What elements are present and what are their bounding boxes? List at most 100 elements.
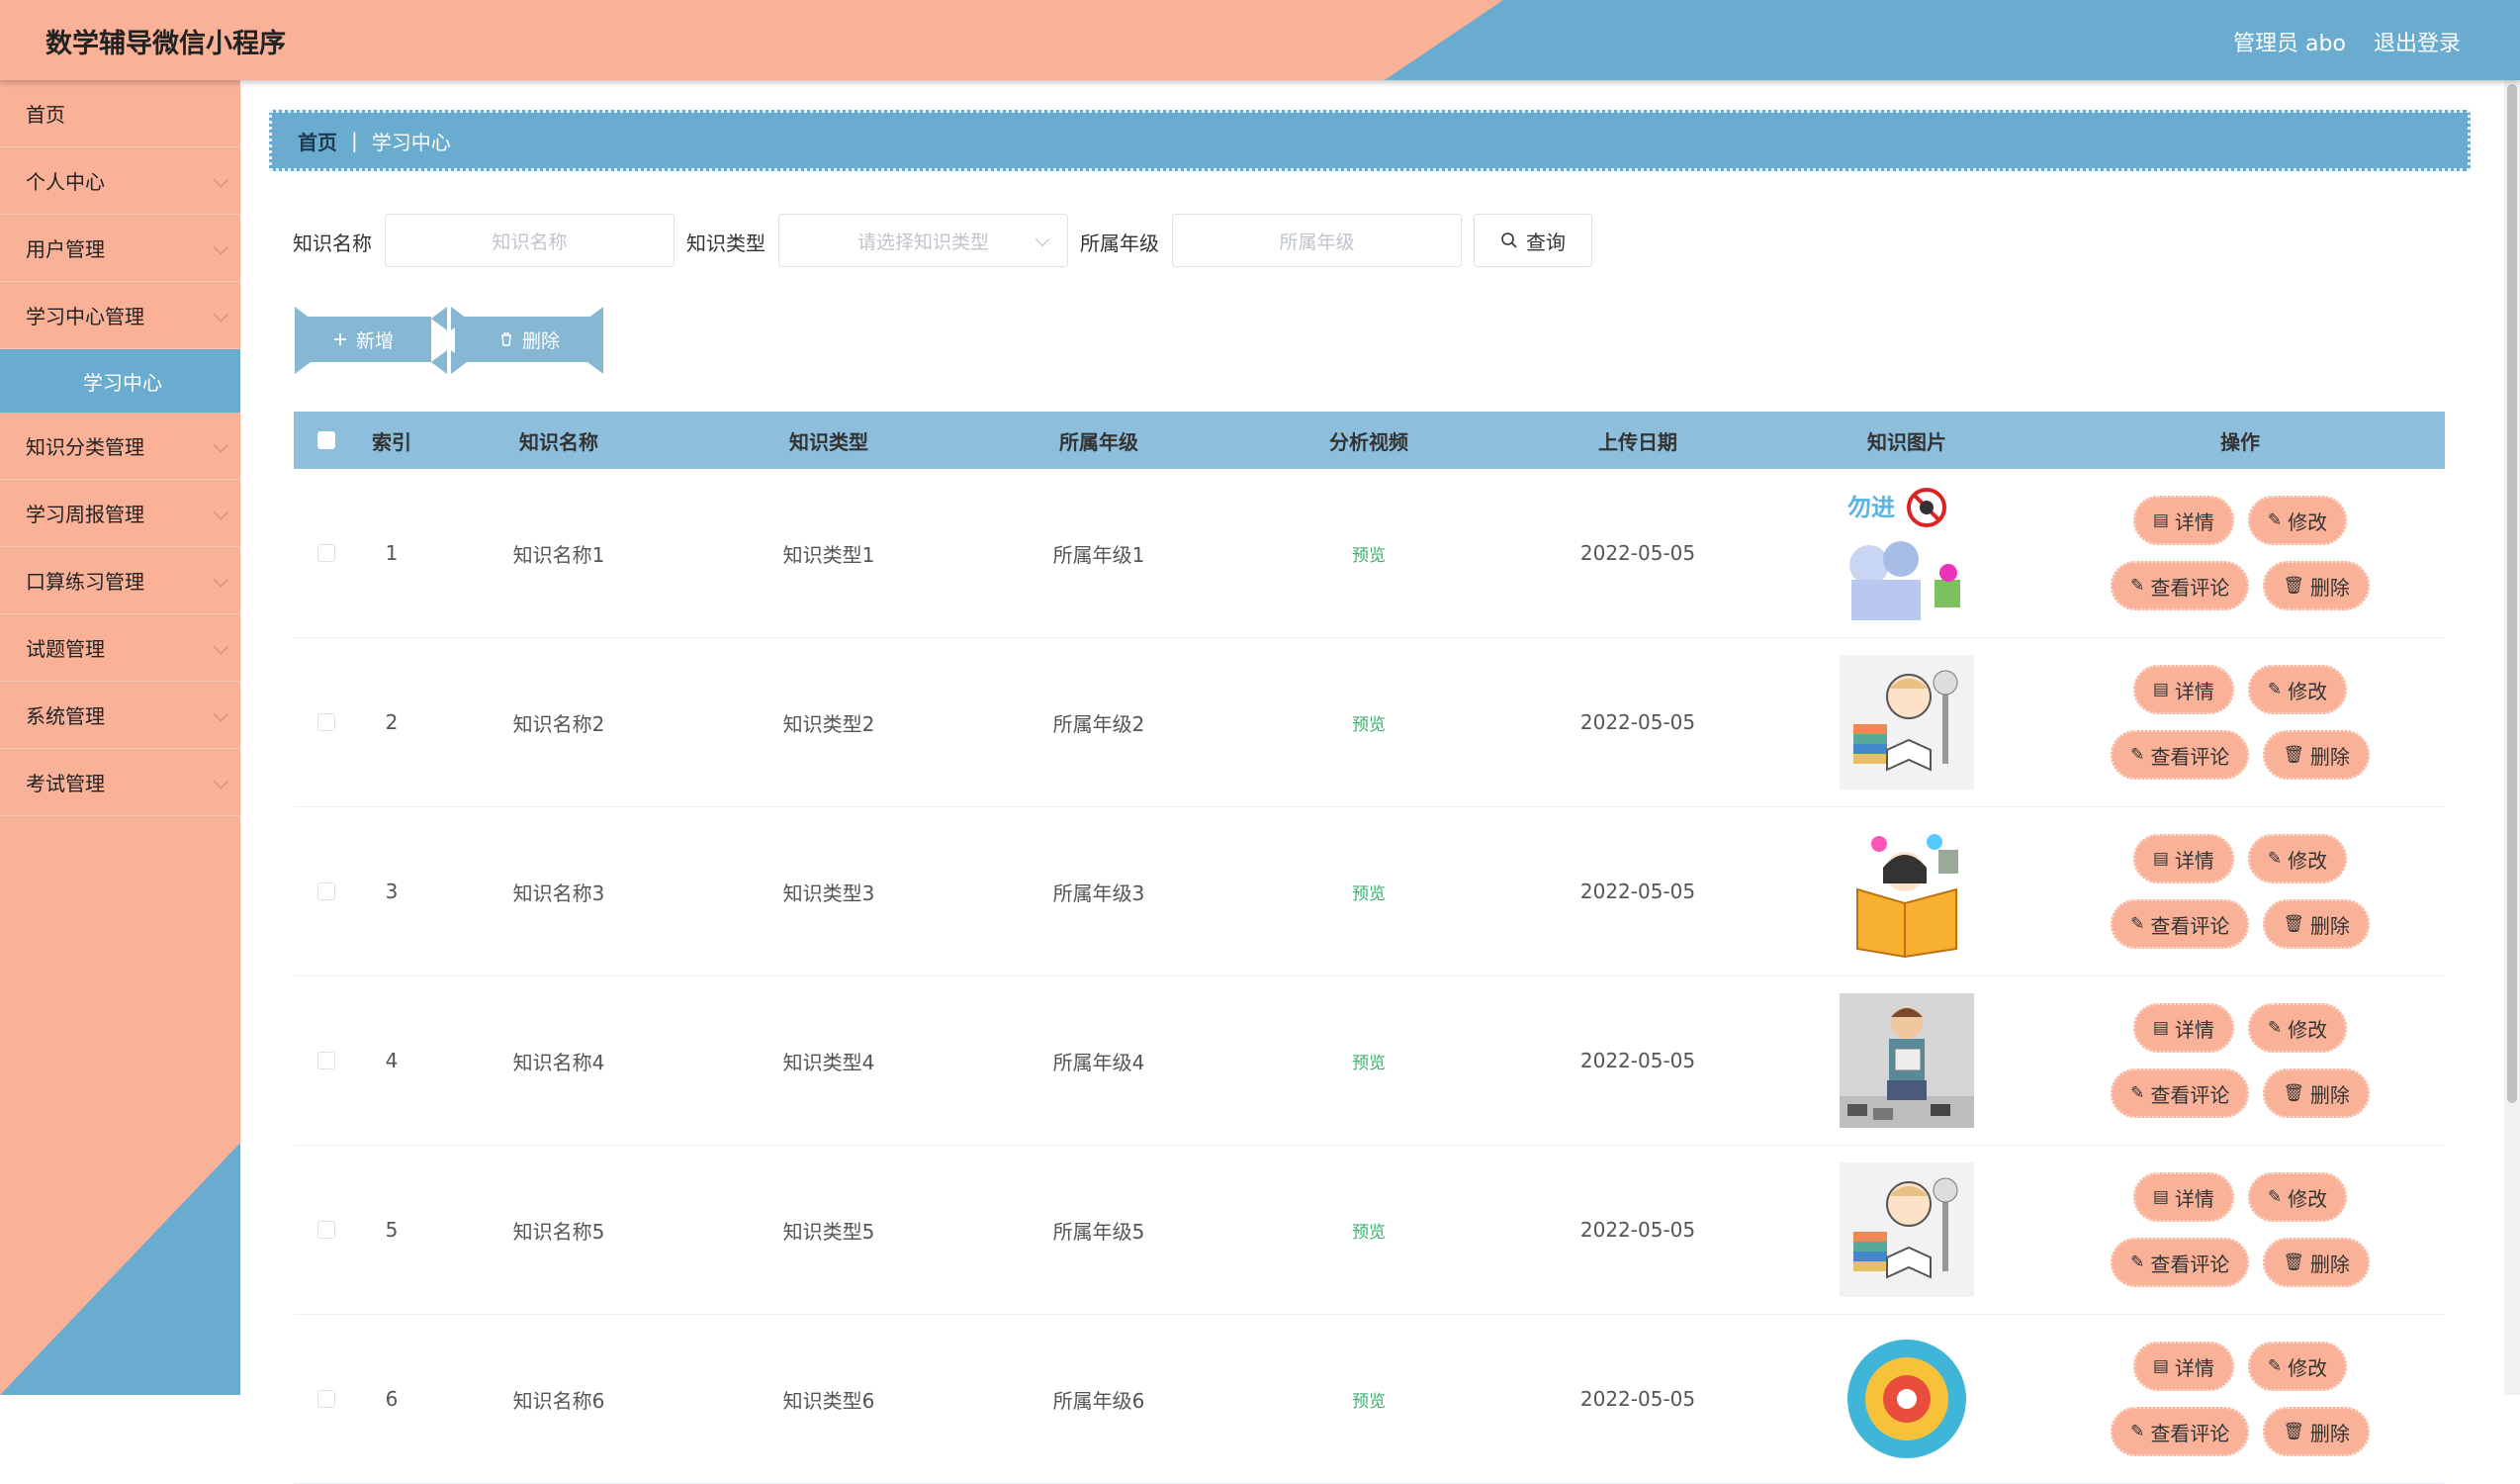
row-checkbox[interactable] bbox=[317, 713, 335, 731]
type-select[interactable]: 请选择知识类型 bbox=[778, 214, 1068, 267]
cell-date: 2022-05-05 bbox=[1579, 1218, 1696, 1242]
select-all-checkbox[interactable] bbox=[317, 431, 335, 449]
edit-label: 修改 bbox=[2288, 510, 2328, 534]
breadcrumb: 首页 | 学习中心 bbox=[269, 110, 2471, 171]
sidebar-item-9[interactable]: 考试管理 bbox=[0, 749, 240, 816]
video-preview-link[interactable]: 预览 bbox=[1352, 1223, 1386, 1243]
sidebar: 首页 个人中心用户管理学习中心管理 学习中心知识分类管理学习周报管理 口算练习管理试题… bbox=[0, 80, 240, 1395]
sidebar-item-0[interactable]: 首页 bbox=[0, 80, 240, 147]
chevron-down-icon bbox=[1035, 232, 1050, 247]
cell-name: 知识名称6 bbox=[512, 1388, 605, 1413]
row-checkbox[interactable] bbox=[317, 1052, 335, 1069]
view-comments-button[interactable]: ✎ 查看评论 bbox=[2111, 1238, 2250, 1287]
header-date: 上传日期 bbox=[1598, 429, 1677, 454]
comments-label: 查看评论 bbox=[2150, 1421, 2230, 1445]
cell-grade: 所属年级1 bbox=[1052, 542, 1145, 567]
pencil-icon: ✎ bbox=[2267, 1187, 2283, 1207]
name-search-input[interactable]: 知识名称 bbox=[385, 214, 675, 267]
chevron-down-icon bbox=[213, 571, 229, 588]
cell-index: 5 bbox=[385, 1218, 399, 1242]
chevron-down-icon bbox=[213, 171, 229, 188]
knowledge-image[interactable] bbox=[1840, 655, 1974, 789]
sidebar-item-label: 用户管理 bbox=[26, 237, 105, 261]
detail-button[interactable]: ▤ 详情 bbox=[2132, 1172, 2234, 1222]
edit-button[interactable]: ✎ 修改 bbox=[2247, 1172, 2348, 1222]
detail-label: 详情 bbox=[2174, 1186, 2214, 1211]
cell-image: 勿进 bbox=[1771, 486, 2042, 620]
detail-button[interactable]: ▤ 详情 bbox=[2132, 665, 2234, 714]
row-select-cell bbox=[294, 1052, 359, 1069]
search-icon bbox=[1501, 232, 1517, 248]
edit-button[interactable]: ✎ 修改 bbox=[2247, 834, 2348, 883]
detail-label: 详情 bbox=[2174, 1017, 2214, 1042]
logout-link[interactable]: 退出登录 bbox=[2374, 26, 2461, 57]
document-icon: ▤ bbox=[2152, 680, 2169, 699]
admin-label: 管理员 abo bbox=[2233, 32, 2346, 56]
video-preview-link[interactable]: 预览 bbox=[1352, 715, 1386, 735]
view-comments-button[interactable]: ✎ 查看评论 bbox=[2111, 1407, 2250, 1456]
detail-button[interactable]: ▤ 详情 bbox=[2132, 496, 2234, 545]
scrollbar-thumb[interactable] bbox=[2507, 84, 2517, 1103]
row-delete-button[interactable]: 🗑 删除 bbox=[2263, 1407, 2370, 1456]
detail-button[interactable]: ▤ 详情 bbox=[2132, 834, 2234, 883]
grade-label: 所属年级 bbox=[1080, 232, 1159, 255]
sidebar-item-8[interactable]: 系统管理 bbox=[0, 682, 240, 749]
sidebar-item-6[interactable]: 口算练习管理 bbox=[0, 547, 240, 614]
detail-button[interactable]: ▤ 详情 bbox=[2132, 1342, 2234, 1391]
view-comments-button[interactable]: ✎ 查看评论 bbox=[2111, 1068, 2250, 1118]
row-checkbox[interactable] bbox=[317, 1221, 335, 1239]
chevron-down-icon bbox=[213, 306, 229, 323]
sidebar-subitem-active[interactable]: 学习中心 bbox=[0, 349, 240, 413]
video-preview-link[interactable]: 预览 bbox=[1352, 1054, 1386, 1073]
row-checkbox[interactable] bbox=[317, 882, 335, 900]
pencil-icon: ✎ bbox=[2267, 680, 2283, 699]
row-delete-button[interactable]: 🗑 删除 bbox=[2263, 1068, 2370, 1118]
row-checkbox[interactable] bbox=[317, 1390, 335, 1408]
knowledge-image[interactable] bbox=[1840, 993, 1974, 1128]
grade-search-input[interactable]: 所属年级 bbox=[1172, 214, 1462, 267]
view-comments-button[interactable]: ✎ 查看评论 bbox=[2111, 561, 2250, 610]
row-delete-button[interactable]: 🗑 删除 bbox=[2263, 561, 2370, 610]
video-preview-link[interactable]: 预览 bbox=[1352, 884, 1386, 904]
cell-type: 知识类型4 bbox=[782, 1050, 875, 1074]
row-delete-button[interactable]: 🗑 删除 bbox=[2263, 899, 2370, 949]
knowledge-image[interactable] bbox=[1840, 824, 1974, 959]
pencil-icon: ✎ bbox=[2267, 849, 2283, 869]
detail-label: 详情 bbox=[2174, 510, 2214, 534]
knowledge-image[interactable]: 勿进 bbox=[1840, 486, 1974, 620]
sidebar-item-7[interactable]: 试题管理 bbox=[0, 614, 240, 682]
knowledge-image[interactable] bbox=[1840, 1162, 1974, 1297]
detail-button[interactable]: ▤ 详情 bbox=[2132, 1003, 2234, 1053]
breadcrumb-home[interactable]: 首页 bbox=[298, 127, 337, 155]
knowledge-image[interactable] bbox=[1840, 1332, 1974, 1466]
sidebar-item-5[interactable]: 学习周报管理 bbox=[0, 480, 240, 547]
video-preview-link[interactable]: 预览 bbox=[1352, 546, 1386, 566]
document-icon: ▤ bbox=[2152, 1018, 2169, 1038]
detail-label: 详情 bbox=[2174, 679, 2214, 703]
comments-label: 查看评论 bbox=[2150, 913, 2230, 938]
sidebar-item-4[interactable]: 知识分类管理 bbox=[0, 413, 240, 480]
sidebar-item-3[interactable]: 学习中心管理 bbox=[0, 282, 240, 349]
header-grade: 所属年级 bbox=[1059, 429, 1138, 454]
sidebar-item-label: 试题管理 bbox=[26, 637, 105, 661]
view-comments-button[interactable]: ✎ 查看评论 bbox=[2111, 730, 2250, 780]
sidebar-item-label: 知识分类管理 bbox=[26, 435, 144, 459]
row-checkbox[interactable] bbox=[317, 544, 335, 562]
cell-image bbox=[1771, 1162, 2042, 1297]
page-scrollbar[interactable] bbox=[2504, 80, 2520, 1395]
row-delete-button[interactable]: 🗑 删除 bbox=[2263, 730, 2370, 780]
edit-button[interactable]: ✎ 修改 bbox=[2247, 1003, 2348, 1053]
header-index: 索引 bbox=[372, 429, 411, 454]
cell-type: 知识类型3 bbox=[782, 881, 875, 905]
edit-button[interactable]: ✎ 修改 bbox=[2247, 665, 2348, 714]
header-actions: 操作 bbox=[2220, 429, 2260, 454]
view-comments-button[interactable]: ✎ 查看评论 bbox=[2111, 899, 2250, 949]
edit-button[interactable]: ✎ 修改 bbox=[2247, 1342, 2348, 1391]
detail-label: 详情 bbox=[2174, 848, 2214, 873]
row-delete-button[interactable]: 🗑 删除 bbox=[2263, 1238, 2370, 1287]
sidebar-item-1[interactable]: 个人中心 bbox=[0, 147, 240, 215]
query-button[interactable]: 查询 bbox=[1474, 214, 1592, 267]
edit-button[interactable]: ✎ 修改 bbox=[2247, 496, 2348, 545]
trash-icon: 🗑 bbox=[2283, 576, 2304, 596]
sidebar-item-2[interactable]: 用户管理 bbox=[0, 215, 240, 282]
